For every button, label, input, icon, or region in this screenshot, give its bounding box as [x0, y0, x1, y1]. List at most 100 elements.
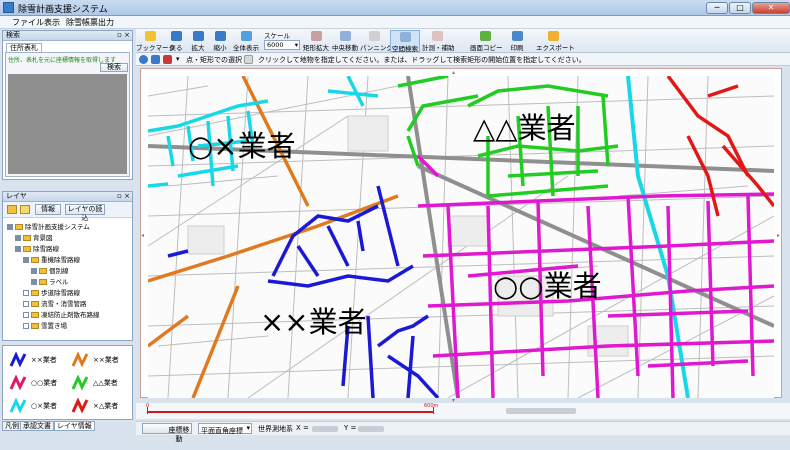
- maximize-button[interactable]: □: [729, 2, 751, 14]
- search-panel: 検索 ▫ × 住所表札 住所、表札を元に座標情報を取得します 検索: [2, 30, 133, 180]
- tab-address[interactable]: 住所表札: [6, 43, 42, 52]
- tool-button-5[interactable]: 矩形拡大: [302, 30, 330, 52]
- folder-icon[interactable]: [20, 205, 30, 214]
- tool-button-7[interactable]: パンニング: [360, 30, 393, 52]
- layer-tree-item[interactable]: 歩道除雪路線: [23, 287, 80, 297]
- left-bottom-tabs: 凡例 承認文書 レイヤ情報: [2, 421, 133, 431]
- layer-checkbox[interactable]: [15, 246, 21, 252]
- info-icon[interactable]: [139, 55, 148, 64]
- folder-open-icon[interactable]: [7, 205, 17, 214]
- minimize-button[interactable]: ─: [706, 2, 728, 14]
- tool-label: 矩形拡大: [303, 44, 329, 52]
- star-icon: [144, 31, 156, 41]
- layer-tree-item[interactable]: 凍結防止剤散布路線: [23, 309, 100, 319]
- tool-label: 中央移動: [332, 44, 358, 52]
- tool-button-0[interactable]: ブックマーク: [136, 30, 175, 52]
- x-label: X =: [296, 424, 309, 432]
- layer-tree-item[interactable]: 除雪計画支援システム: [7, 221, 90, 231]
- folder-icon: [31, 323, 39, 329]
- layer-tree-item[interactable]: 流雪・消雪管路: [23, 298, 87, 308]
- layer-tree-item[interactable]: 除雪路線: [15, 243, 59, 253]
- folder-icon: [39, 279, 47, 285]
- panel-pin-close-icon[interactable]: ▫ ×: [117, 192, 130, 201]
- tool-button-4[interactable]: 全体表示: [232, 30, 260, 52]
- layer-tree-item[interactable]: ラベル: [31, 276, 69, 286]
- layer-checkbox[interactable]: [7, 224, 13, 230]
- close-button[interactable]: ✕: [752, 2, 790, 14]
- layer-checkbox[interactable]: [31, 268, 37, 274]
- coord-move-button[interactable]: 座標移動: [142, 423, 192, 443]
- tool-button-2[interactable]: 拡大: [188, 30, 208, 52]
- legend-label: ○×業者: [31, 402, 57, 410]
- menu-report[interactable]: 除雪帳票出力: [66, 17, 114, 28]
- layer-tree-item[interactable]: 背景図: [15, 232, 53, 242]
- title-bar: 除雪計画支援システム ─ □ ✕: [0, 0, 790, 16]
- layer-panel-title: レイヤ: [6, 192, 27, 200]
- layer-label: 凍結防止剤散布路線: [41, 311, 100, 319]
- layer-tree-item[interactable]: 重機除雪路線: [23, 254, 80, 264]
- layer-label: 雪置き場: [41, 322, 67, 330]
- menu-view[interactable]: 表示: [44, 17, 60, 28]
- load-layer-button[interactable]: レイヤの読込: [65, 204, 105, 222]
- measure-icon: [431, 31, 443, 41]
- select-icon[interactable]: [151, 55, 160, 64]
- y-label: Y =: [344, 424, 357, 432]
- select-mode-label: 点・矩形での選択: [186, 56, 242, 64]
- map-label-contractor-d: ××業者: [260, 305, 367, 339]
- layer-panel: レイヤ ▫ × 情報 レイヤの読込 除雪計画支援システム背景図 除雪路線 重機除雪路…: [2, 191, 133, 341]
- tool-button-11[interactable]: 印刷: [502, 30, 532, 52]
- pan-right-arrow-icon[interactable]: ▸: [777, 232, 780, 239]
- tool-label: 全体表示: [233, 44, 259, 52]
- layer-tree-item[interactable]: 雪置き場: [23, 320, 67, 330]
- window-title: 除雪計画支援システム: [18, 5, 108, 15]
- layer-checkbox[interactable]: [23, 301, 29, 307]
- legend-label: ××業者: [93, 356, 119, 364]
- pan-up-arrow-icon[interactable]: ▴: [452, 69, 455, 76]
- tool-button-9[interactable]: 計測・補助: [422, 30, 455, 52]
- tab-legend[interactable]: 凡例: [2, 421, 22, 431]
- tool-button-12[interactable]: エクスポート: [536, 30, 575, 52]
- layer-checkbox[interactable]: [23, 290, 29, 296]
- zoom-out-icon: [214, 31, 226, 41]
- tool-label: 戻る: [169, 44, 183, 52]
- layer-checkbox[interactable]: [31, 279, 37, 285]
- legend-swatch-icon: [71, 351, 89, 368]
- layer-panel-header: レイヤ ▫ ×: [3, 192, 132, 202]
- layer-checkbox[interactable]: [23, 312, 29, 318]
- tool-button-10[interactable]: 画面コピー: [470, 30, 503, 52]
- tool-label: エクスポート: [536, 44, 575, 52]
- legend-item: ××業者: [71, 351, 119, 368]
- layer-label: 背景図: [33, 234, 53, 242]
- search-tab-body: 住所、表札を元に座標情報を取得します 検索: [5, 52, 130, 177]
- dropdown-chevron-icon[interactable]: ▾: [176, 55, 180, 63]
- layer-tree-item[interactable]: 個別線: [31, 265, 69, 275]
- legend-item: ×△業者: [71, 397, 118, 414]
- tool-button-3[interactable]: 縮小: [210, 30, 230, 52]
- layer-tree: 除雪計画支援システム背景図 除雪路線 重機除雪路線 個別線 ラベル 歩道除雪路線 流雪・消雪…: [5, 221, 130, 339]
- panel-pin-close-icon[interactable]: ▫ ×: [117, 31, 130, 40]
- layer-checkbox[interactable]: [15, 235, 21, 241]
- help-icon[interactable]: [163, 55, 172, 64]
- tool-button-6[interactable]: 中央移動: [332, 30, 358, 52]
- search-panel-title: 検索: [6, 31, 20, 39]
- legend-swatch-icon: [71, 397, 89, 414]
- search-results-list[interactable]: [8, 74, 127, 174]
- search-button[interactable]: 検索: [100, 63, 128, 72]
- tab-layer-info[interactable]: レイヤ情報: [54, 421, 95, 431]
- tool-button-8[interactable]: 空間検索: [390, 30, 420, 53]
- screen-copy-icon: [479, 31, 491, 41]
- info-button[interactable]: 情報: [35, 204, 61, 215]
- chevron-down-icon: ▾: [246, 424, 250, 432]
- legend-swatch-icon: [9, 351, 27, 368]
- tab-approval-docs[interactable]: 承認文書: [20, 421, 54, 431]
- map-canvas[interactable]: ○×業者 △△業者 ○○業者 ××業者: [148, 76, 774, 398]
- layer-checkbox[interactable]: [23, 323, 29, 329]
- layer-checkbox[interactable]: [23, 257, 29, 263]
- pan-left-arrow-icon[interactable]: ◂: [141, 232, 144, 239]
- menu-file[interactable]: ファイル: [12, 17, 44, 28]
- tool-label: 画面コピー: [470, 44, 503, 52]
- scale-select[interactable]: 6000 ▾: [264, 40, 300, 50]
- legend-item: ○○業者: [9, 374, 57, 391]
- coord-system-select[interactable]: 平面直角座標 ▾: [198, 423, 252, 435]
- tool-button-1[interactable]: 戻る: [166, 30, 186, 52]
